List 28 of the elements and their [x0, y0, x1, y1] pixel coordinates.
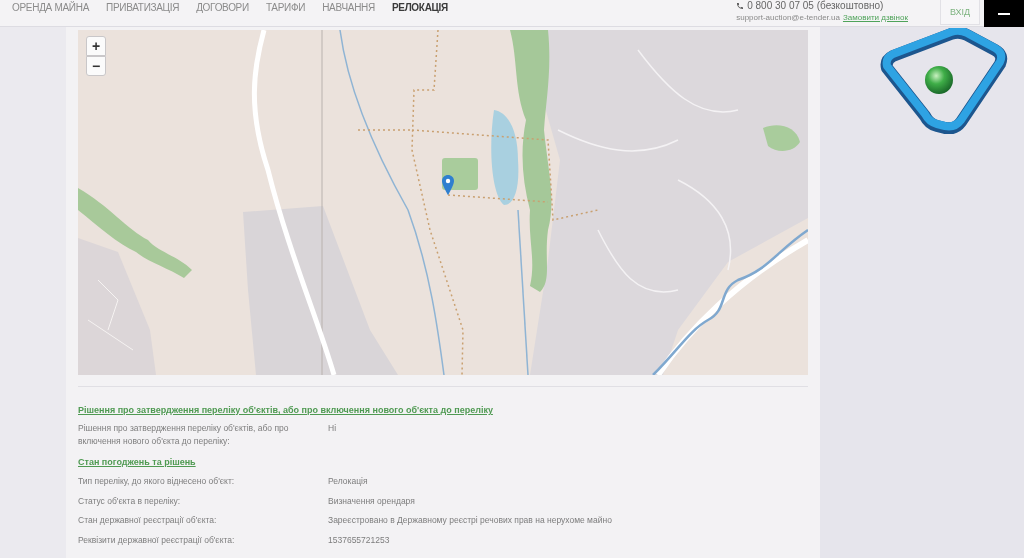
field-label: Статус об'єкта в переліку: — [78, 494, 182, 508]
zoom-in-button[interactable]: + — [86, 36, 106, 56]
map-pin-icon[interactable] — [442, 175, 454, 195]
field-value: Визначення орендаря — [328, 494, 416, 508]
callback-link[interactable]: Замовити дзвінок — [842, 13, 908, 23]
field-value: Релокація — [328, 475, 369, 488]
nav-link[interactable]: ПРИВАТИЗАЦІЯ — [106, 1, 180, 14]
section-heading-link[interactable]: Рішення про затвердження переліку об'єктів, або про включення нового об'єкта до переліку — [78, 404, 493, 417]
nav-link[interactable]: ДОГОВОРИ — [196, 1, 249, 14]
field-label: Тип переліку, до якого віднесено об'єкт: — [78, 475, 236, 488]
support-email: support-auction@e-tender.ua — [736, 13, 840, 23]
field-value: 1537655721253 — [328, 533, 391, 547]
nav-link[interactable]: ОРЕНДА МАЙНА — [12, 1, 90, 14]
phone-number: 0 800 30 07 05 (безкоштовно) — [747, 0, 884, 11]
minimize-button[interactable] — [984, 0, 1024, 27]
section-heading-link[interactable]: Стан погоджень та рішень — [78, 456, 196, 469]
login-button[interactable]: ВХІД — [940, 0, 980, 25]
field-value: Ні — [328, 422, 338, 435]
nav-link[interactable]: ТАРИФИ — [265, 1, 306, 14]
minimize-icon — [998, 12, 1010, 15]
phone-icon — [736, 1, 745, 10]
field-value: Зареєстровано в Державному реєстрі речових прав на нерухоме майно — [328, 514, 613, 527]
nav-link[interactable]: РЕЛОКАЦІЯ — [391, 1, 448, 14]
field-label: Рішення про затвердження переліку об'єктів, або про включення нового об'єкта до переліку: — [78, 422, 290, 448]
zoom-out-button[interactable]: − — [86, 56, 106, 76]
field-label: Реквізити державної реєстрації об'єкта: — [78, 533, 236, 547]
field-label: Стан державної реєстрації об'єкта: — [78, 514, 218, 527]
nav-link[interactable]: НАВЧАННЯ — [322, 1, 375, 14]
